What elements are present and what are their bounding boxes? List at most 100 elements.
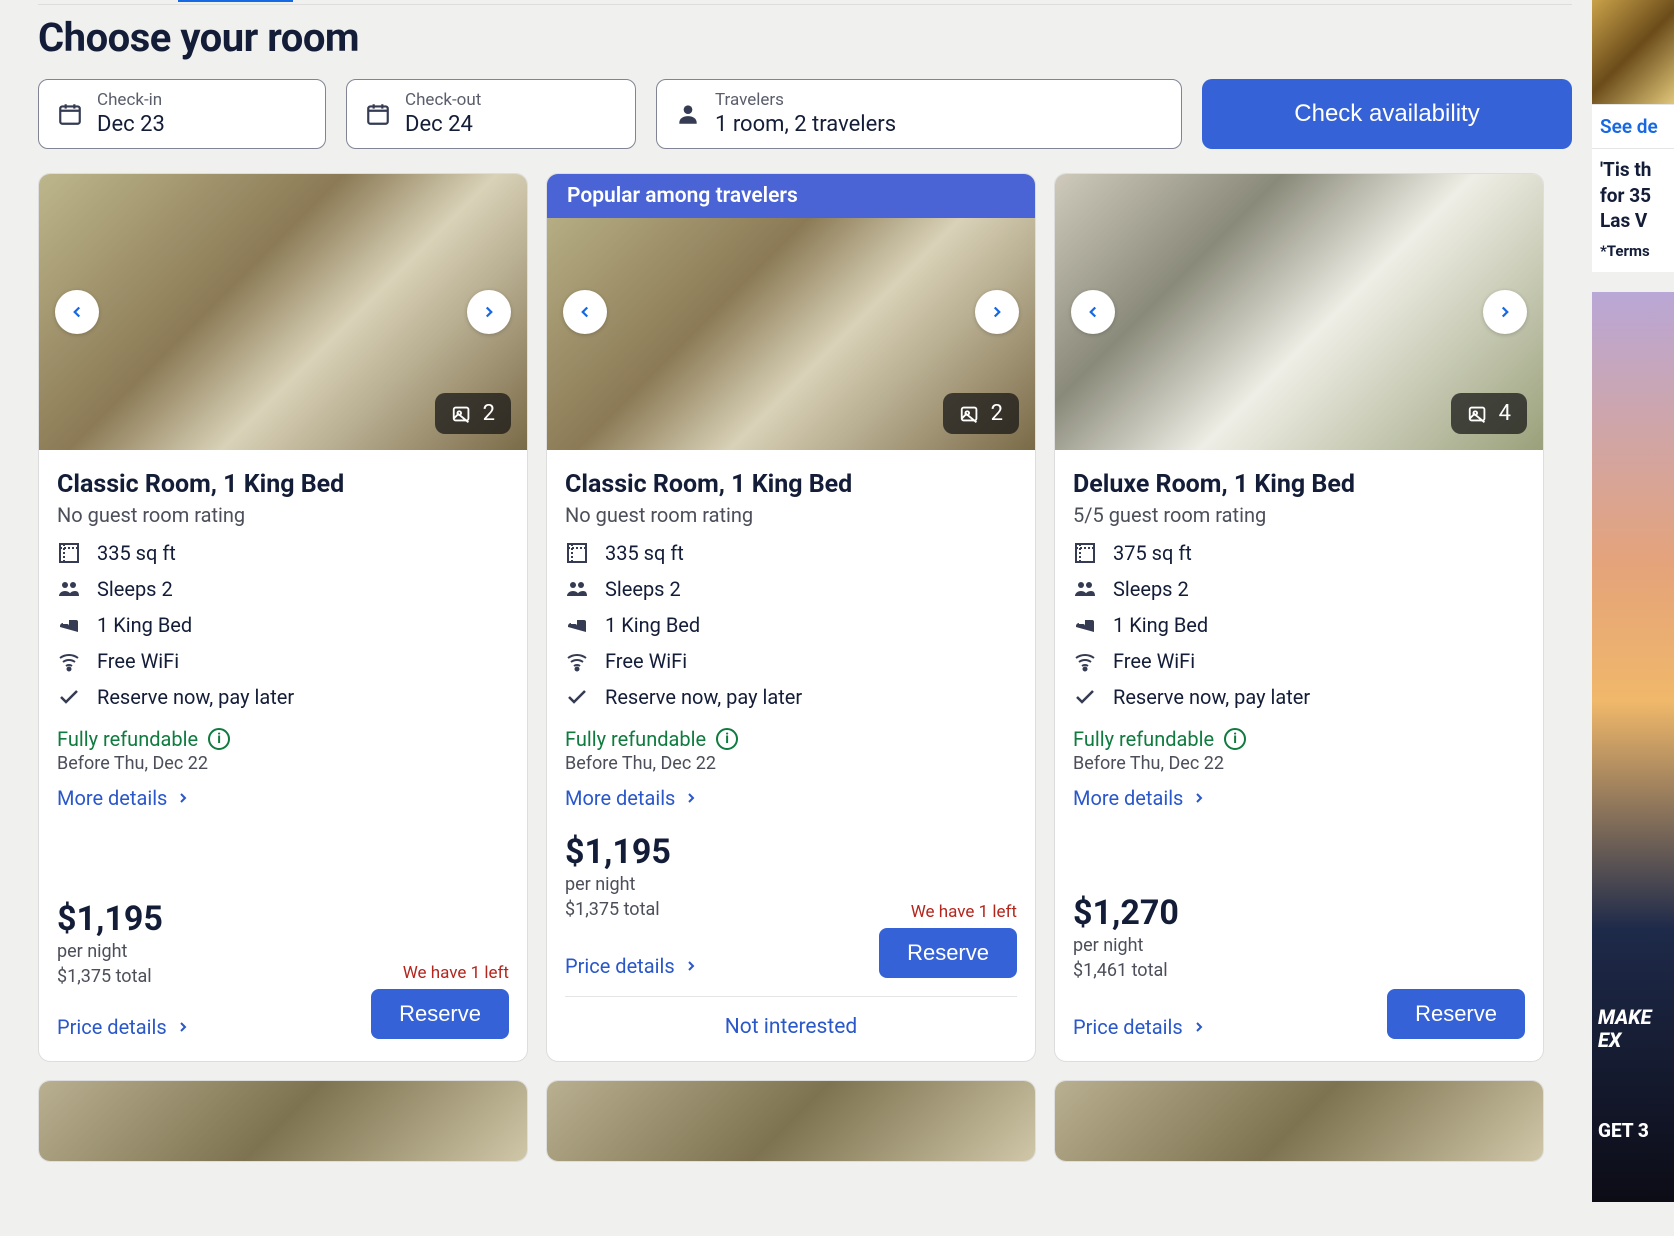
not-interested-link[interactable]: Not interested xyxy=(565,996,1017,1061)
ad-text: MAKEEX xyxy=(1598,1006,1652,1052)
room-card xyxy=(546,1080,1036,1162)
photo-count-badge[interactable]: 2 xyxy=(435,393,511,434)
room-rating: No guest room rating xyxy=(565,503,1017,527)
promo-terms: *Terms xyxy=(1592,242,1674,272)
ad-banner[interactable] xyxy=(1592,0,1674,104)
more-details-link[interactable]: More details xyxy=(57,786,509,810)
feature-text: Free WiFi xyxy=(97,649,179,673)
wifi-icon xyxy=(1073,649,1097,673)
page-title: Choose your room xyxy=(38,14,1572,61)
next-image-button[interactable] xyxy=(975,290,1019,334)
reserve-button[interactable]: Reserve xyxy=(1387,989,1525,1039)
room-card: 4 Deluxe Room, 1 King Bed 5/5 guest room… xyxy=(1054,173,1544,1062)
rooms-grid: 2 Classic Room, 1 King Bed No guest room… xyxy=(38,173,1572,1162)
more-details-link[interactable]: More details xyxy=(565,786,1017,810)
feature-text: Free WiFi xyxy=(605,649,687,673)
checkin-field[interactable]: Check-in Dec 23 xyxy=(38,79,326,149)
calendar-icon xyxy=(57,101,83,127)
person-icon xyxy=(675,101,701,127)
reserve-button[interactable]: Reserve xyxy=(371,989,509,1039)
room-image[interactable] xyxy=(39,1081,527,1161)
area-icon xyxy=(1073,541,1097,565)
wifi-icon xyxy=(565,649,589,673)
price-total: $1,461 total xyxy=(1073,958,1525,983)
room-image[interactable]: 2 xyxy=(39,174,527,450)
feature-text: Sleeps 2 xyxy=(97,577,173,601)
info-icon[interactable]: i xyxy=(208,728,230,750)
promo-text: 'Tis th for 35 Las V xyxy=(1592,148,1674,242)
refund-deadline: Before Thu, Dec 22 xyxy=(1073,753,1525,774)
checkin-label: Check-in xyxy=(97,90,165,110)
refund-deadline: Before Thu, Dec 22 xyxy=(57,753,509,774)
bed-icon xyxy=(1073,613,1097,637)
checkout-label: Check-out xyxy=(405,90,481,110)
scarcity-text: We have 1 left xyxy=(911,902,1017,922)
refund-policy: Fully refundable xyxy=(57,727,198,751)
calendar-icon xyxy=(365,101,391,127)
room-image[interactable]: 4 xyxy=(1055,174,1543,450)
room-image[interactable]: Popular among travelers 2 xyxy=(547,174,1035,450)
bed-icon xyxy=(565,613,589,637)
photo-count-badge[interactable]: 2 xyxy=(943,393,1019,434)
room-title: Classic Room, 1 King Bed xyxy=(565,470,1017,499)
checkout-field[interactable]: Check-out Dec 24 xyxy=(346,79,636,149)
photo-count-badge[interactable]: 4 xyxy=(1451,393,1527,434)
room-image[interactable] xyxy=(547,1081,1035,1161)
photo-count-value: 4 xyxy=(1499,401,1511,426)
checkin-value: Dec 23 xyxy=(97,112,165,138)
reserve-button[interactable]: Reserve xyxy=(879,928,1017,978)
price-details-link[interactable]: Price details xyxy=(57,1015,191,1039)
room-rating: 5/5 guest room rating xyxy=(1073,503,1525,527)
prev-image-button[interactable] xyxy=(563,290,607,334)
active-tab-indicator xyxy=(178,0,293,2)
see-deal-link[interactable]: See de xyxy=(1592,104,1674,148)
check-availability-button[interactable]: Check availability xyxy=(1202,79,1572,149)
price-total: $1,375 total xyxy=(565,897,660,922)
people-icon xyxy=(57,577,81,601)
info-icon[interactable]: i xyxy=(716,728,738,750)
ad-text: GET 3 xyxy=(1598,1119,1649,1142)
room-card xyxy=(1054,1080,1544,1162)
feature-text: 335 sq ft xyxy=(605,541,684,565)
room-rating: No guest room rating xyxy=(57,503,509,527)
price-unit: per night xyxy=(565,872,1017,897)
feature-text: Reserve now, pay later xyxy=(1113,685,1310,709)
area-icon xyxy=(565,541,589,565)
price-details-link[interactable]: Price details xyxy=(565,954,699,978)
travelers-value: 1 room, 2 travelers xyxy=(715,112,896,138)
room-card xyxy=(38,1080,528,1162)
more-details-link[interactable]: More details xyxy=(1073,786,1525,810)
room-title: Classic Room, 1 King Bed xyxy=(57,470,509,499)
feature-text: Free WiFi xyxy=(1113,649,1195,673)
people-icon xyxy=(565,577,589,601)
check-icon xyxy=(1073,685,1097,709)
feature-text: 1 King Bed xyxy=(97,613,192,637)
price: $1,270 xyxy=(1073,893,1525,933)
prev-image-button[interactable] xyxy=(55,290,99,334)
price: $1,195 xyxy=(565,832,1017,872)
room-card: Popular among travelers 2 Classic Room, … xyxy=(546,173,1036,1062)
room-image[interactable] xyxy=(1055,1081,1543,1161)
area-icon xyxy=(57,541,81,565)
price-details-link[interactable]: Price details xyxy=(1073,1015,1207,1039)
next-image-button[interactable] xyxy=(467,290,511,334)
refund-policy: Fully refundable xyxy=(1073,727,1214,751)
ad-banner[interactable]: MAKEEX GET 3 xyxy=(1592,292,1674,1202)
info-icon[interactable]: i xyxy=(1224,728,1246,750)
check-icon xyxy=(565,685,589,709)
feature-text: 1 King Bed xyxy=(605,613,700,637)
wifi-icon xyxy=(57,649,81,673)
check-icon xyxy=(57,685,81,709)
checkout-value: Dec 24 xyxy=(405,112,481,138)
prev-image-button[interactable] xyxy=(1071,290,1115,334)
popular-banner: Popular among travelers xyxy=(547,174,1035,218)
refund-policy: Fully refundable xyxy=(565,727,706,751)
feature-text: 1 King Bed xyxy=(1113,613,1208,637)
travelers-field[interactable]: Travelers 1 room, 2 travelers xyxy=(656,79,1182,149)
next-image-button[interactable] xyxy=(1483,290,1527,334)
feature-text: Sleeps 2 xyxy=(1113,577,1189,601)
price-unit: per night xyxy=(57,939,509,964)
photo-count-value: 2 xyxy=(991,401,1003,426)
people-icon xyxy=(1073,577,1097,601)
feature-text: 335 sq ft xyxy=(97,541,176,565)
